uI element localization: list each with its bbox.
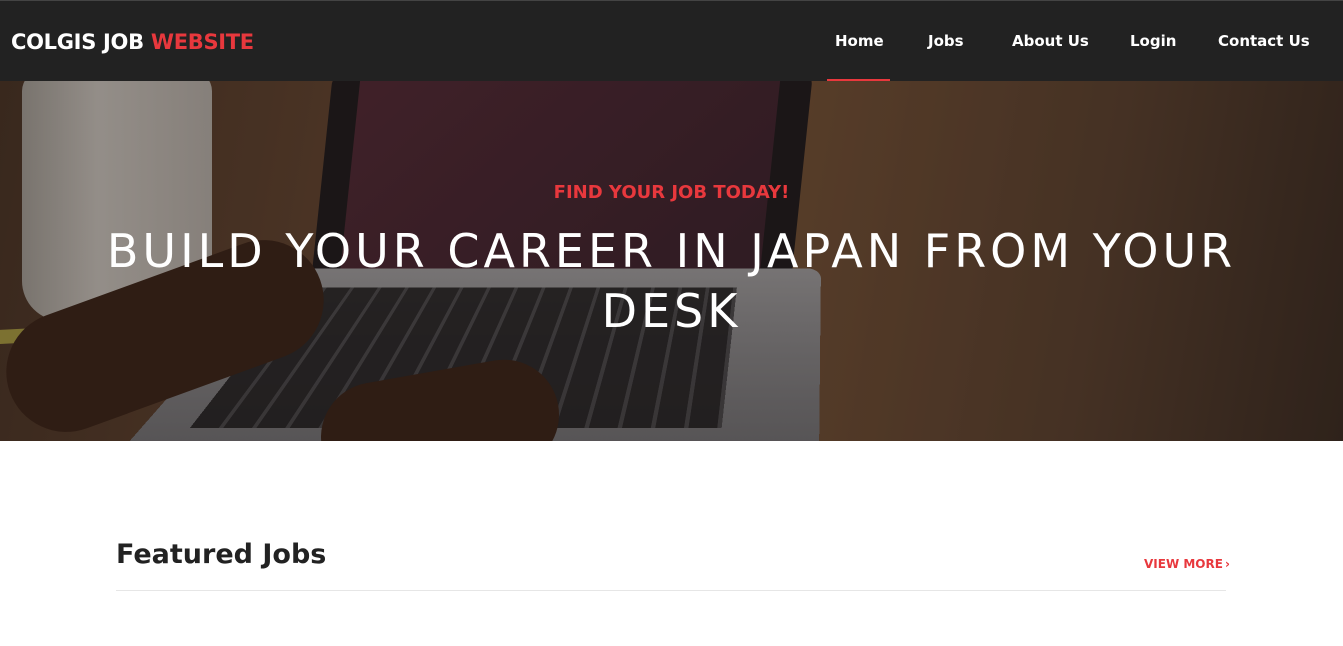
section-divider	[116, 590, 1226, 591]
hero-tagline: FIND YOUR JOB TODAY!	[553, 182, 790, 203]
chevron-right-icon: ›	[1224, 557, 1230, 571]
nav-about-us[interactable]: About Us	[1012, 32, 1089, 50]
hero-banner: FIND YOUR JOB TODAY! BUILD YOUR CAREER I…	[0, 81, 1343, 441]
view-more-label: VIEW MORE	[1144, 557, 1223, 571]
site-logo[interactable]: COLGIS JOB WEBSITE	[11, 30, 254, 54]
brand-main-text: COLGIS JOB	[11, 30, 144, 54]
nav-home[interactable]: Home	[835, 32, 884, 50]
top-navbar: COLGIS JOB WEBSITE Home Jobs About Us Lo…	[0, 0, 1343, 82]
nav-contact-us[interactable]: Contact Us	[1218, 32, 1310, 50]
brand-accent-text: WEBSITE	[150, 30, 254, 54]
view-more-link[interactable]: VIEW MORE ›	[1144, 557, 1230, 571]
featured-jobs-heading: Featured Jobs	[116, 539, 327, 570]
nav-jobs[interactable]: Jobs	[928, 32, 964, 50]
nav-login[interactable]: Login	[1130, 32, 1176, 50]
hero-title: BUILD YOUR CAREER IN JAPAN FROM YOUR DES…	[106, 224, 1237, 338]
